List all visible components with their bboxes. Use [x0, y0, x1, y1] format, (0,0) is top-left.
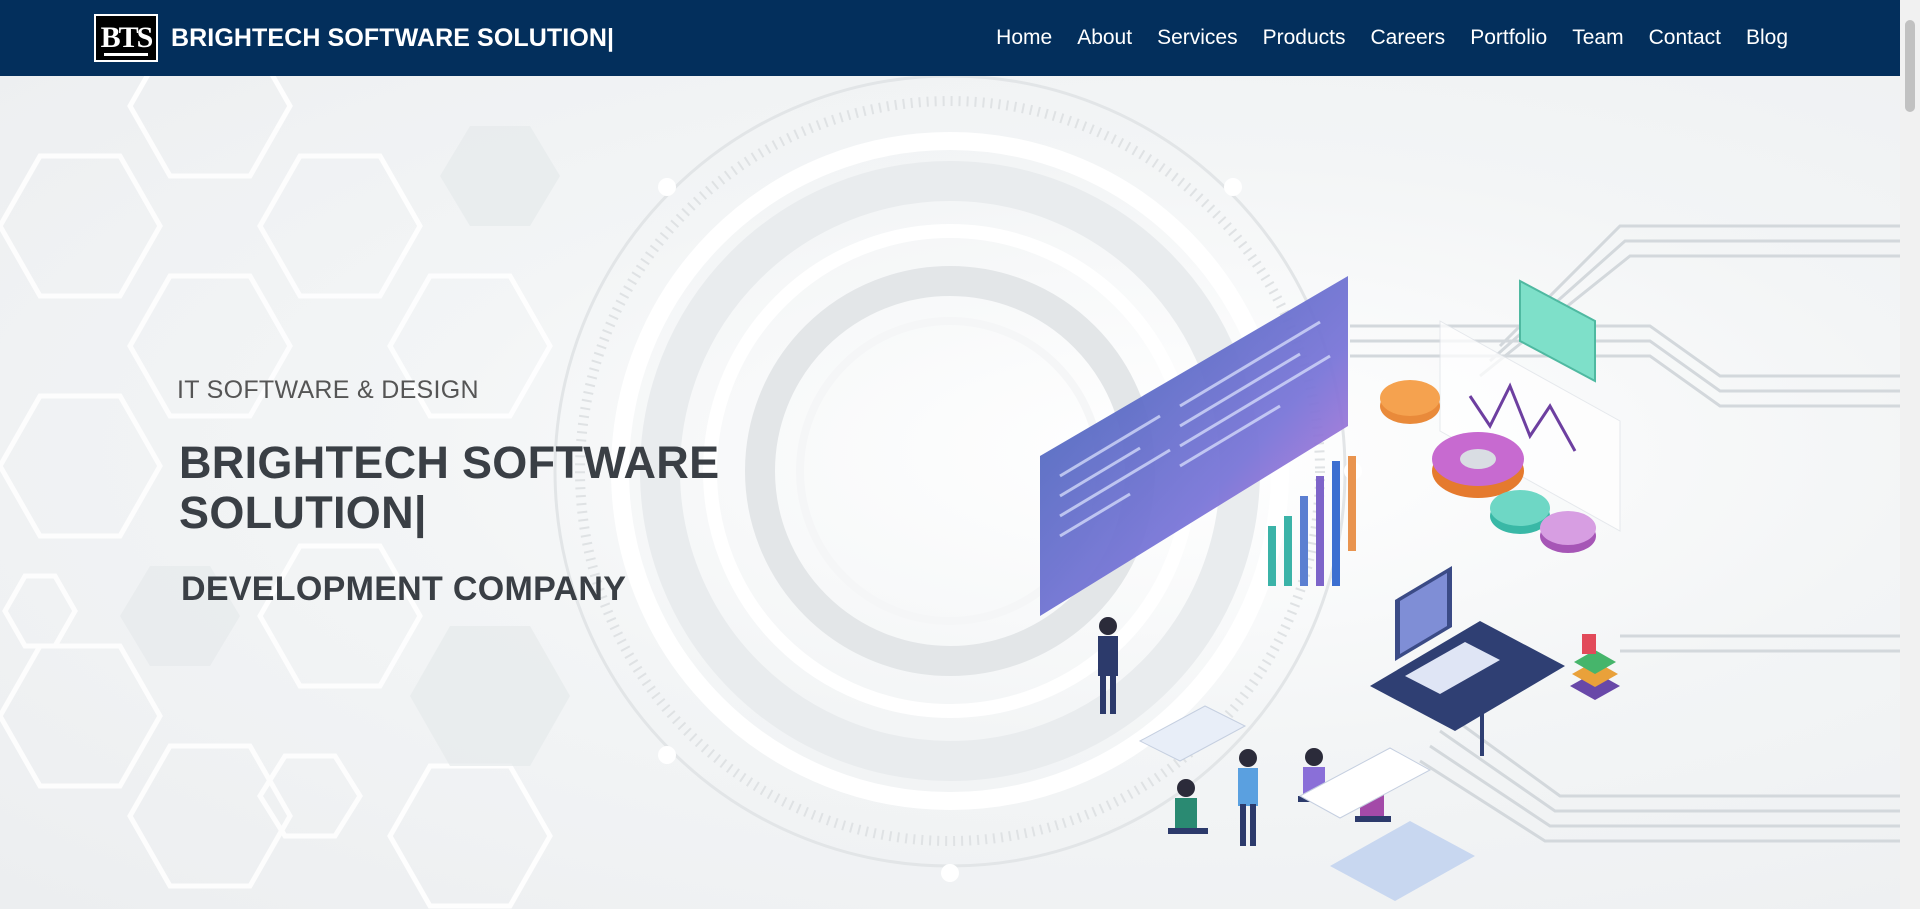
company-logo[interactable]: BTS [94, 14, 158, 62]
scrollbar-thumb[interactable] [1905, 20, 1915, 112]
nav-blog[interactable]: Blog [1746, 26, 1788, 50]
nav-contact[interactable]: Contact [1649, 26, 1721, 50]
nav-careers[interactable]: Careers [1370, 26, 1445, 50]
nav-services[interactable]: Services [1157, 26, 1238, 50]
nav-about[interactable]: About [1077, 26, 1132, 50]
brand-name[interactable]: BRIGHTECH SOFTWARE SOLUTION| [171, 24, 614, 53]
circuit-lines [1350, 224, 1900, 843]
main-nav: Home About Services Products Careers Por… [971, 0, 1788, 76]
page-scrollbar[interactable] [1900, 0, 1920, 909]
nav-team[interactable]: Team [1572, 26, 1623, 50]
brand[interactable]: BTS BRIGHTECH SOFTWARE SOLUTION| [94, 14, 614, 62]
hero-eyebrow: IT SOFTWARE & DESIGN [177, 376, 479, 404]
nav-portfolio[interactable]: Portfolio [1470, 26, 1547, 50]
nav-home[interactable]: Home [996, 26, 1052, 50]
logo-text: BTS [100, 21, 154, 54]
hero-title: BRIGHTECH SOFTWARE SOLUTION| [179, 437, 720, 538]
top-navbar: BTS BRIGHTECH SOFTWARE SOLUTION| Home Ab… [0, 0, 1900, 76]
hero-subtitle: DEVELOPMENT COMPANY [181, 570, 627, 608]
nav-products[interactable]: Products [1263, 26, 1346, 50]
hero-section: IT SOFTWARE & DESIGN BRIGHTECH SOFTWARE … [0, 76, 1900, 909]
